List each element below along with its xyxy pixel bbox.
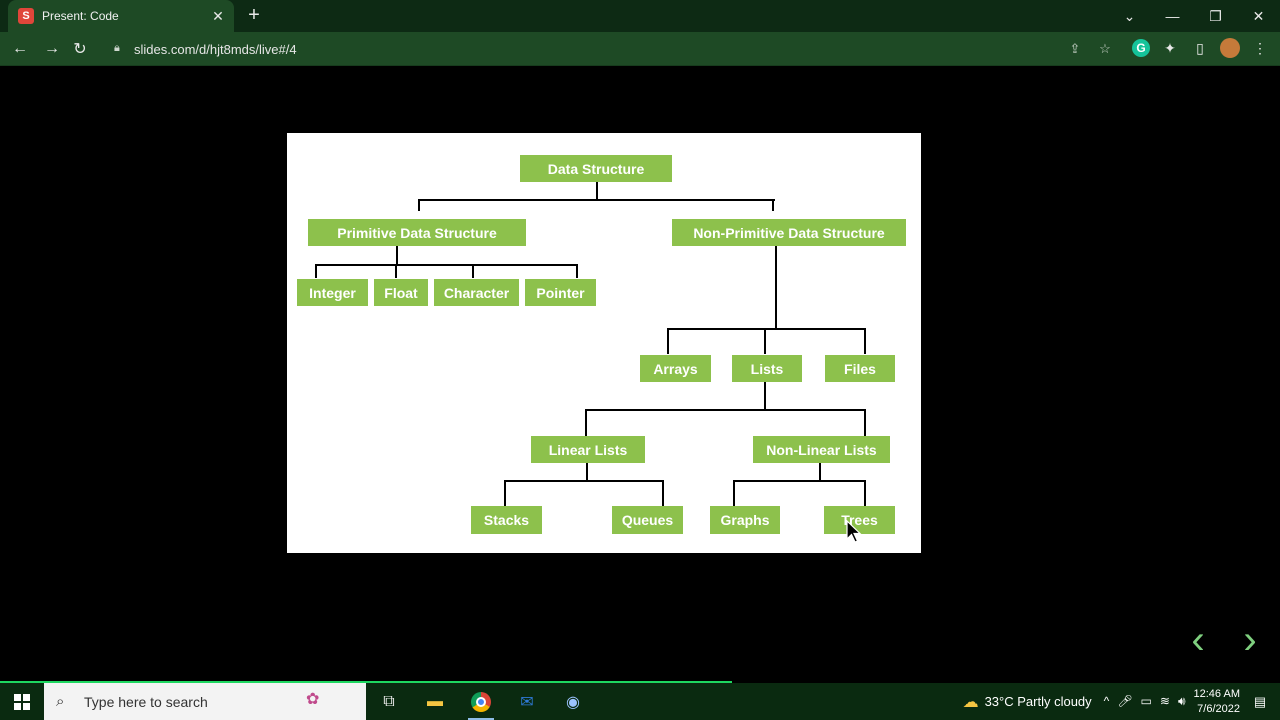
file-explorer-icon[interactable]: ▬ bbox=[412, 683, 458, 720]
connector bbox=[772, 199, 774, 211]
tab-search-chevron-icon[interactable]: ⌄ bbox=[1108, 0, 1151, 32]
slides-favicon-icon: S bbox=[18, 8, 34, 24]
connector bbox=[585, 409, 866, 411]
chevron-up-icon[interactable]: ^ bbox=[1104, 694, 1110, 709]
connector bbox=[418, 199, 775, 201]
windows-start-icon[interactable] bbox=[0, 683, 44, 720]
connector bbox=[733, 480, 735, 506]
node-files: Files bbox=[825, 355, 895, 382]
task-view-icon[interactable]: ⧉ bbox=[366, 683, 412, 720]
address-bar[interactable]: 🔒︎ slides.com/d/hjt8mds/live#/4 ⇪ ☆ bbox=[104, 35, 1120, 63]
next-slide-arrow-icon[interactable]: › bbox=[1230, 620, 1270, 662]
tab-present-code[interactable]: S Present: Code ✕ bbox=[8, 0, 234, 32]
connector bbox=[733, 480, 866, 482]
node-arrays: Arrays bbox=[640, 355, 711, 382]
connector bbox=[864, 409, 866, 436]
new-tab-plus-icon[interactable]: + bbox=[244, 5, 264, 26]
close-tab-icon[interactable]: ✕ bbox=[210, 8, 226, 25]
taskbar-search-box[interactable]: ⌕ Type here to search ✿ bbox=[44, 683, 366, 720]
browser-toolbar: ← → ↻ 🔒︎ slides.com/d/hjt8mds/live#/4 ⇪ … bbox=[0, 32, 1280, 66]
connector bbox=[585, 409, 587, 436]
connector bbox=[315, 264, 578, 266]
connector bbox=[764, 382, 766, 409]
forward-arrow-icon[interactable]: → bbox=[40, 37, 64, 61]
system-tray: ☁ 33°C Partly cloudy ^ 🎤︎ ▭ ≋ 🔊︎ 12:46 A… bbox=[963, 683, 1280, 720]
clock-date: 7/6/2022 bbox=[1197, 702, 1240, 715]
reload-icon[interactable]: ↻ bbox=[68, 37, 92, 61]
connector bbox=[472, 264, 474, 278]
connector bbox=[576, 264, 578, 278]
node-linear-lists: Linear Lists bbox=[531, 436, 645, 463]
bookmark-star-icon[interactable]: ☆ bbox=[1096, 40, 1114, 58]
notifications-icon[interactable]: ▤ bbox=[1250, 692, 1270, 712]
lock-icon: 🔒︎ bbox=[114, 42, 120, 54]
node-graphs: Graphs bbox=[710, 506, 780, 534]
connector bbox=[504, 480, 664, 482]
node-non-linear-lists: Non-Linear Lists bbox=[753, 436, 890, 463]
share-icon[interactable]: ⇪ bbox=[1066, 40, 1084, 58]
wifi-icon[interactable]: ≋ bbox=[1160, 694, 1170, 709]
connector bbox=[864, 480, 866, 506]
node-lists: Lists bbox=[732, 355, 802, 382]
node-non-primitive-data-structure: Non-Primitive Data Structure bbox=[672, 219, 906, 246]
extensions-puzzle-icon[interactable]: ✦ bbox=[1160, 37, 1180, 59]
close-window-icon[interactable]: ✕ bbox=[1237, 0, 1280, 32]
node-queues: Queues bbox=[612, 506, 683, 534]
previous-slide-arrow-icon[interactable]: ‹ bbox=[1178, 620, 1218, 662]
connector bbox=[775, 245, 777, 328]
url-text: slides.com/d/hjt8mds/live#/4 bbox=[134, 41, 297, 57]
connector bbox=[864, 328, 866, 354]
search-icon: ⌕ bbox=[56, 692, 65, 710]
tab-title: Present: Code bbox=[42, 9, 119, 23]
connector bbox=[504, 480, 506, 506]
connector bbox=[819, 462, 821, 481]
microphone-icon[interactable]: 🎤︎ bbox=[1117, 694, 1132, 709]
connector bbox=[667, 328, 866, 330]
search-highlight-icon: ✿ bbox=[306, 691, 320, 708]
node-stacks: Stacks bbox=[471, 506, 542, 534]
restore-icon[interactable]: ❐ bbox=[1194, 0, 1237, 32]
clock-time: 12:46 AM bbox=[1193, 687, 1240, 700]
battery-icon[interactable]: ▭ bbox=[1141, 694, 1152, 709]
connector bbox=[396, 245, 398, 264]
connector bbox=[764, 328, 766, 354]
side-panel-icon[interactable]: ▯ bbox=[1190, 37, 1210, 59]
node-pointer: Pointer bbox=[525, 279, 596, 306]
weather-text[interactable]: 33°C Partly cloudy bbox=[985, 694, 1092, 709]
partly-cloudy-icon[interactable]: ☁ bbox=[963, 692, 979, 712]
connector bbox=[596, 181, 598, 199]
node-integer: Integer bbox=[297, 279, 368, 306]
minimize-icon[interactable]: — bbox=[1151, 0, 1194, 32]
node-character: Character bbox=[434, 279, 519, 306]
search-placeholder: Type here to search bbox=[84, 693, 208, 710]
mouse-cursor-icon bbox=[846, 520, 862, 543]
connector bbox=[586, 462, 588, 481]
connector bbox=[395, 264, 397, 278]
presentation-viewport: Data Structure Primitive Data Structure … bbox=[0, 67, 1280, 681]
back-arrow-icon[interactable]: ← bbox=[8, 37, 32, 61]
grammarly-extension-icon[interactable]: G bbox=[1132, 39, 1150, 57]
profile-avatar[interactable] bbox=[1220, 38, 1240, 58]
volume-icon[interactable]: 🔊︎ bbox=[1178, 694, 1186, 709]
node-data-structure: Data Structure bbox=[520, 155, 672, 182]
connector bbox=[315, 264, 317, 278]
node-primitive-data-structure: Primitive Data Structure bbox=[308, 219, 526, 246]
clock[interactable]: 12:46 AM 7/6/2022 bbox=[1194, 687, 1240, 717]
recorder-icon[interactable]: ◉ bbox=[550, 683, 596, 720]
node-float: Float bbox=[374, 279, 428, 306]
tab-strip: S Present: Code ✕ + ⌄ — ❐ ✕ bbox=[0, 0, 1280, 32]
connector bbox=[667, 328, 669, 354]
connector bbox=[662, 480, 664, 506]
connector bbox=[418, 199, 420, 211]
chrome-taskbar-icon[interactable] bbox=[458, 683, 504, 720]
menu-kebab-icon[interactable]: ⋮ bbox=[1250, 37, 1270, 59]
mail-icon[interactable]: ✉ bbox=[504, 683, 550, 720]
slide-canvas: Data Structure Primitive Data Structure … bbox=[287, 133, 921, 553]
